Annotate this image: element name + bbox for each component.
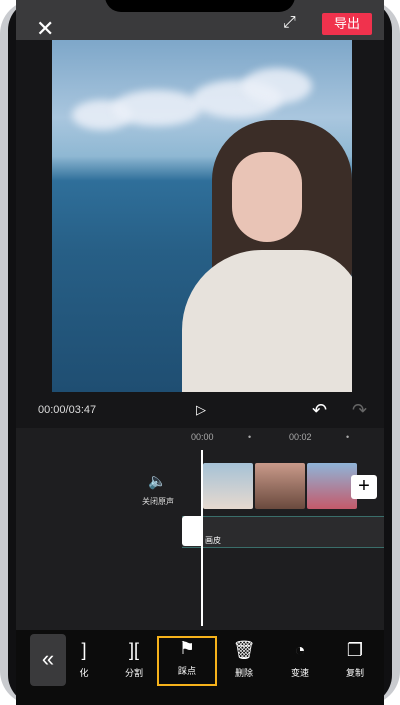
clip-thumbnail[interactable] — [255, 463, 305, 509]
tool-label: 变速 — [290, 668, 309, 678]
tool-label: 踩点 — [177, 666, 196, 676]
close-icon[interactable]: ✕ — [36, 16, 54, 42]
timecode: 00:00/03:47 — [38, 404, 97, 416]
copy-icon: ❐ — [346, 640, 364, 660]
tick-dot: • — [346, 432, 350, 442]
notch — [105, 0, 295, 12]
tool-delete[interactable]: 🗑 删除 — [222, 640, 266, 679]
mute-label[interactable]: 关闭原声 — [142, 496, 174, 507]
speaker-icon[interactable]: 🔈 — [148, 472, 167, 490]
fullscreen-icon[interactable]: ⤢ — [283, 14, 299, 31]
play-icon[interactable]: ▷ — [196, 402, 206, 418]
video-preview[interactable] — [52, 40, 352, 392]
tool-label: 复制 — [345, 668, 364, 678]
person-body — [182, 250, 352, 392]
tool-partial[interactable]: ] 化 — [62, 640, 106, 679]
partial-icon: ] — [81, 640, 87, 660]
tool-label: 化 — [79, 668, 89, 678]
trash-icon: 🗑 — [232, 640, 256, 660]
tick-label: 00:00 — [191, 432, 214, 442]
tool-speed[interactable]: ◔ 变速 — [278, 640, 322, 679]
export-button[interactable]: 导出 — [322, 13, 372, 35]
collapse-icon[interactable]: « — [30, 634, 66, 686]
audio-label: 画皮 — [205, 536, 221, 545]
tick-label: 00:02 — [289, 432, 312, 442]
clip-thumbnail[interactable] — [307, 463, 357, 509]
tool-beat[interactable]: ⚑ 踩点 — [157, 636, 217, 686]
split-icon: ][ — [128, 640, 139, 660]
tool-label: 分割 — [124, 668, 143, 678]
redo-icon[interactable]: ↷ — [352, 400, 367, 421]
tool-label: 删除 — [234, 668, 253, 678]
person-face — [232, 152, 302, 242]
audio-handle[interactable] — [182, 516, 202, 546]
tool-copy[interactable]: ❐ 复制 — [333, 640, 377, 679]
clip-thumbnail[interactable] — [203, 463, 253, 509]
add-clip-button[interactable]: + — [351, 475, 377, 499]
undo-icon[interactable]: ↶ — [312, 400, 327, 421]
tool-split[interactable]: ][ 分割 — [112, 640, 156, 679]
tick-dot: • — [248, 432, 252, 442]
speed-icon: ◔ — [294, 640, 306, 660]
flag-icon: ⚑ — [178, 638, 196, 658]
